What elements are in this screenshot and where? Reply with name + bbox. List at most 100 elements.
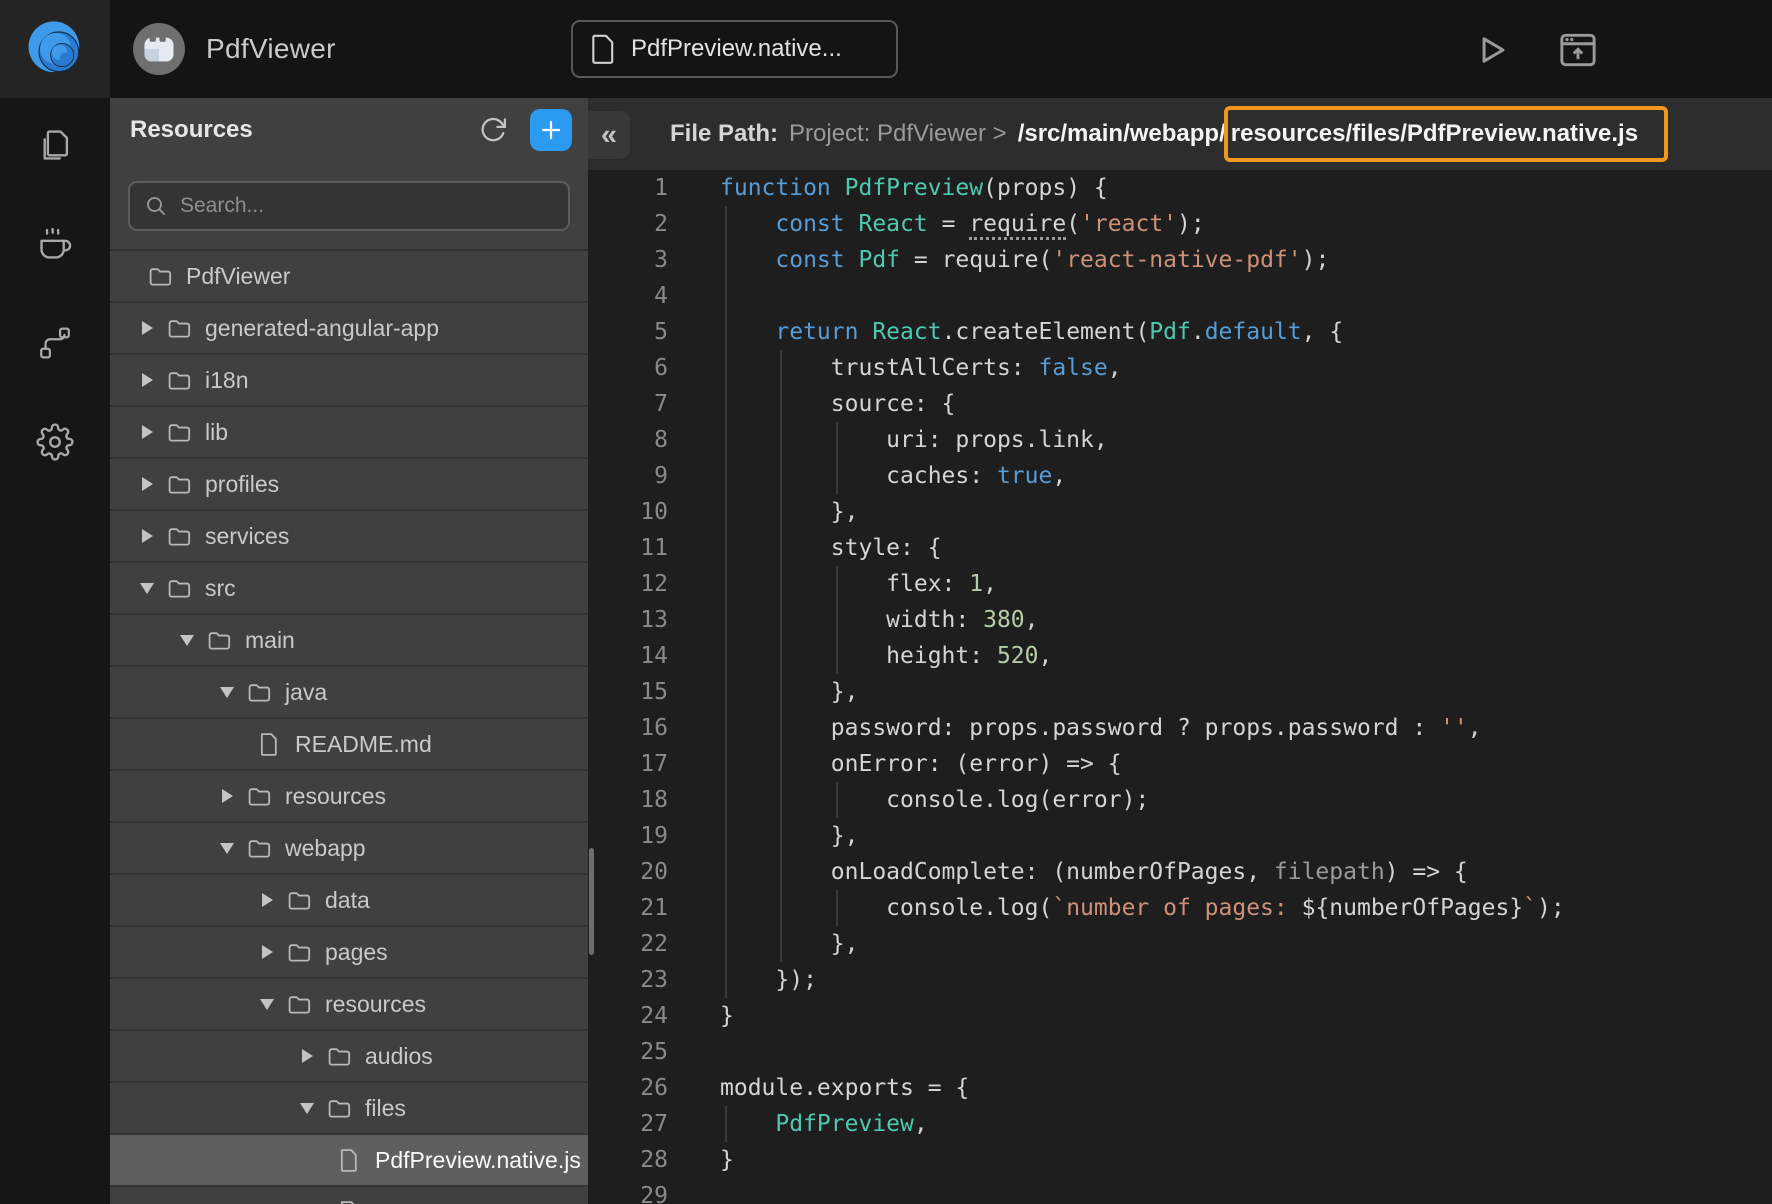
code-area[interactable]: 1function PdfPreview(props) {2 const Rea… xyxy=(588,170,1772,1204)
chevron-right-icon[interactable] xyxy=(136,369,158,391)
tree-item-resources[interactable]: resources xyxy=(110,771,588,823)
folder-icon xyxy=(246,835,273,862)
chevron-right-icon[interactable] xyxy=(256,889,278,911)
tree-item-data[interactable]: data xyxy=(110,875,588,927)
tree-item-audios[interactable]: audios xyxy=(110,1031,588,1083)
tree-item-label: services xyxy=(205,523,289,550)
tree-item-lib[interactable]: lib xyxy=(110,407,588,459)
folder-icon xyxy=(286,887,313,914)
tree-item-main[interactable]: main xyxy=(110,615,588,667)
settings-gear-icon[interactable] xyxy=(36,423,74,461)
tree-item-partial[interactable] xyxy=(110,1187,588,1204)
indent-guide xyxy=(725,530,727,566)
indent-guide xyxy=(725,710,727,746)
folder-icon xyxy=(166,315,193,342)
line-number: 12 xyxy=(588,566,668,602)
line-number: 17 xyxy=(588,746,668,782)
tree-item-label: src xyxy=(205,575,236,602)
file-tree: PdfViewer generated-angular-app i18nlibpro… xyxy=(110,251,588,1204)
folder-icon xyxy=(166,471,193,498)
code-line-7: 7 source: { xyxy=(588,386,1772,422)
chevron-down-icon[interactable] xyxy=(216,681,238,703)
search-input[interactable] xyxy=(178,193,554,219)
code-line-6: 6 trustAllCerts: false, xyxy=(588,350,1772,386)
indent-guide xyxy=(780,818,782,854)
line-number: 5 xyxy=(588,314,668,350)
tree-item-src[interactable]: src xyxy=(110,563,588,615)
tree-item-profiles[interactable]: profiles xyxy=(110,459,588,511)
tree-item-pages[interactable]: pages xyxy=(110,927,588,979)
tree-item-generated-angular-app[interactable]: generated-angular-app xyxy=(110,303,588,355)
chevron-down-icon[interactable] xyxy=(296,1097,318,1119)
refresh-button[interactable] xyxy=(476,113,510,147)
search-box xyxy=(128,181,570,231)
open-file-tab[interactable]: PdfPreview.native... xyxy=(571,20,898,78)
tree-item-label: main xyxy=(245,627,295,654)
run-button[interactable] xyxy=(1466,26,1514,74)
code-line-2: 2 const React = require('react'); xyxy=(588,206,1772,242)
line-number: 7 xyxy=(588,386,668,422)
publish-button[interactable] xyxy=(1554,26,1602,74)
indent-guide xyxy=(836,422,838,458)
tree-item-resources[interactable]: resources xyxy=(110,979,588,1031)
tree-item-label: data xyxy=(325,887,370,914)
indent-guide xyxy=(780,602,782,638)
code-line-16: 16 password: props.password ? props.pass… xyxy=(588,710,1772,746)
line-number: 2 xyxy=(588,206,668,242)
tree-item-readme.md[interactable]: README.md xyxy=(110,719,588,771)
tree-item-i18n[interactable]: i18n xyxy=(110,355,588,407)
tree-item-label: generated-angular-app xyxy=(205,315,439,342)
documents-icon[interactable] xyxy=(36,126,74,164)
code-line-21: 21 console.log(`number of pages: ${numbe… xyxy=(588,890,1772,926)
wave-logo-icon xyxy=(23,18,87,80)
flow-icon[interactable] xyxy=(36,324,74,362)
indent-guide xyxy=(780,494,782,530)
chevron-right-icon[interactable] xyxy=(136,525,158,547)
folder-icon xyxy=(166,419,193,446)
app-logo-button[interactable] xyxy=(0,0,110,98)
tree-scrollbar[interactable] xyxy=(589,848,594,955)
chevron-right-icon[interactable] xyxy=(296,1045,318,1067)
line-number: 27 xyxy=(588,1106,668,1142)
indent-guide xyxy=(725,602,727,638)
chevron-right-icon[interactable] xyxy=(136,317,158,339)
collapse-panel-button[interactable]: « xyxy=(588,111,630,159)
ide-screen: PdfViewer PdfPreview.native... xyxy=(0,0,1772,1204)
folder-icon xyxy=(147,263,174,290)
tree-item-label: webapp xyxy=(285,835,366,862)
tree-item-files[interactable]: files xyxy=(110,1083,588,1135)
project-avatar-icon xyxy=(132,22,186,76)
chevron-right-icon[interactable] xyxy=(136,473,158,495)
chevron-down-icon[interactable] xyxy=(136,577,158,599)
chevron-right-icon[interactable] xyxy=(136,421,158,443)
code-line-12: 12 flex: 1, xyxy=(588,566,1772,602)
add-resource-button[interactable] xyxy=(530,109,572,151)
line-number: 9 xyxy=(588,458,668,494)
code-line-1: 1function PdfPreview(props) { xyxy=(588,170,1772,206)
tree-item-label: PdfPreview.native.js xyxy=(375,1147,581,1174)
tree-item-label: audios xyxy=(365,1043,433,1070)
code-line-23: 23 }); xyxy=(588,962,1772,998)
search-icon xyxy=(144,194,168,218)
tree-item-webapp[interactable]: webapp xyxy=(110,823,588,875)
tree-item-pdfpreview.native.js[interactable]: PdfPreview.native.js xyxy=(110,1135,588,1187)
chevron-down-icon[interactable] xyxy=(256,993,278,1015)
chevron-down-icon[interactable] xyxy=(216,837,238,859)
tree-item-pdfviewer[interactable]: PdfViewer xyxy=(110,251,588,303)
code-line-9: 9 caches: true, xyxy=(588,458,1772,494)
code-line-24: 24} xyxy=(588,998,1772,1034)
coffee-icon[interactable] xyxy=(36,225,74,263)
indent-guide xyxy=(836,566,838,602)
chevron-down-icon[interactable] xyxy=(176,629,198,651)
folder-icon xyxy=(246,679,273,706)
file-icon xyxy=(591,34,616,65)
tree-item-services[interactable]: services xyxy=(110,511,588,563)
tree-item-label: java xyxy=(285,679,327,706)
chevron-right-icon[interactable] xyxy=(216,785,238,807)
tree-item-label: README.md xyxy=(295,731,432,758)
code-line-4: 4 xyxy=(588,278,1772,314)
code-line-17: 17 onError: (error) => { xyxy=(588,746,1772,782)
line-number: 28 xyxy=(588,1142,668,1178)
tree-item-java[interactable]: java xyxy=(110,667,588,719)
chevron-right-icon[interactable] xyxy=(256,941,278,963)
